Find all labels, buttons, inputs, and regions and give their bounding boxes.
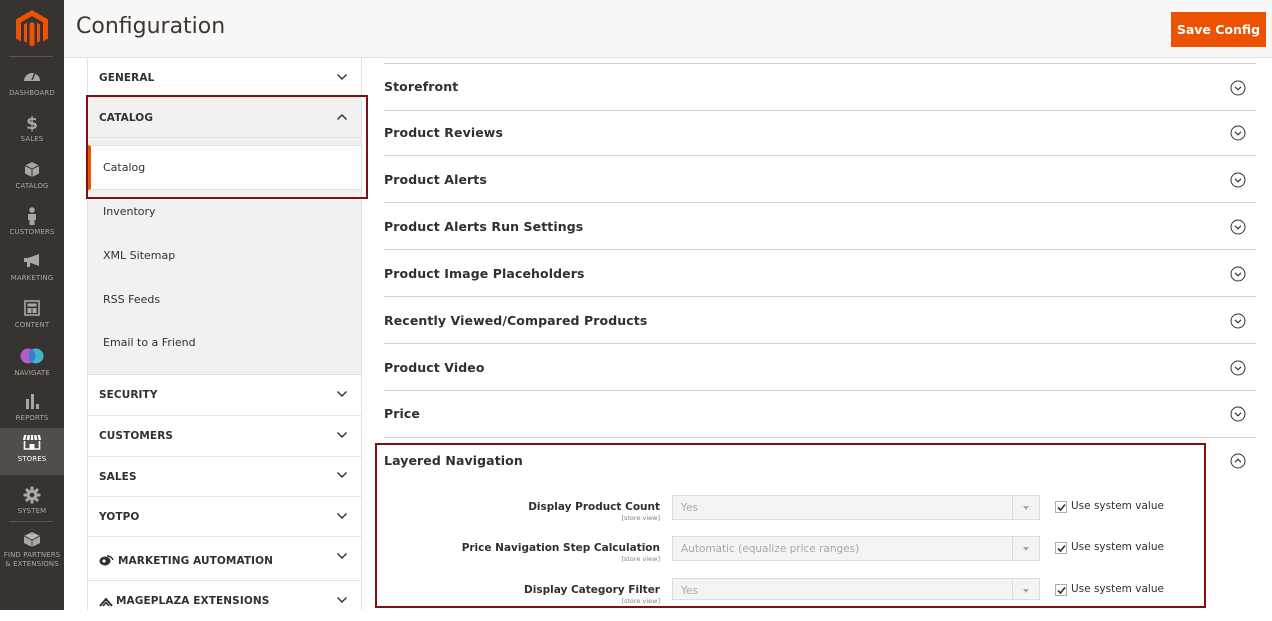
page-title: Configuration [76,14,226,39]
chevron-down-icon [337,597,347,603]
nav-item-content[interactable]: CONTENT [0,294,64,340]
nav-item-stores[interactable]: STORES [0,428,64,475]
admin-navigation: DASHBOARD $ SALES CATALOG CUSTOMERS MARK… [0,0,64,610]
navigate-circles-icon [0,348,64,368]
dollar-icon: $ [0,114,64,134]
expand-circle-icon [1230,406,1246,422]
config-tab-customers[interactable]: CUSTOMERS [88,416,361,457]
subtab-inventory[interactable]: Inventory [88,190,361,234]
dropdown-arrow-icon [1023,547,1029,551]
dropdown-arrow-icon [1023,589,1029,593]
field-display-product-count: Display Product Count [store view] Yes U… [384,495,1184,529]
display-category-filter-select[interactable]: Yes [672,578,1040,600]
dropdown-arrow-icon [1023,506,1029,510]
section-price[interactable]: Price [384,391,1256,438]
field-price-navigation-step-calculation: Price Navigation Step Calculation [store… [384,536,1184,570]
chevron-down-icon [337,74,347,80]
expand-circle-icon [1230,360,1246,376]
scope-label: [store view] [621,514,660,522]
nav-item-reports[interactable]: REPORTS [0,387,64,433]
chevron-down-icon [337,472,347,478]
price-navigation-step-calculation-select[interactable]: Automatic (equalize price ranges) [672,536,1040,561]
box-icon [0,161,64,181]
chevron-down-icon [337,513,347,519]
use-system-value-label[interactable]: Use system value [1071,583,1164,595]
nav-item-system[interactable]: SYSTEM [0,480,64,526]
use-system-value-checkbox[interactable] [1055,542,1067,554]
expand-circle-icon [1230,80,1246,96]
expand-circle-icon [1230,125,1246,141]
section-layered-navigation[interactable]: Layered Navigation [384,438,1256,485]
checkmark-icon [1057,586,1066,595]
nav-item-find-partners[interactable]: FIND PARTNERS & EXTENSIONS [0,524,64,574]
expand-circle-icon [1230,172,1246,188]
catalog-subtabs: Catalog Inventory XML Sitemap RSS Feeds … [88,138,361,375]
section-product-image-placeholders[interactable]: Product Image Placeholders [384,250,1256,297]
magento-logo[interactable] [15,10,49,48]
layout-icon [0,300,64,320]
config-tab-sales[interactable]: SALES [88,457,361,497]
scope-label: [store view] [621,597,660,605]
use-system-value-label[interactable]: Use system value [1071,541,1164,553]
nav-item-catalog[interactable]: CATALOG [0,155,64,201]
collapse-circle-icon [1230,453,1246,469]
config-tab-security[interactable]: SECURITY [88,375,361,416]
expand-circle-icon [1230,313,1246,329]
use-system-value-checkbox[interactable] [1055,584,1067,596]
bar-chart-icon [0,393,64,413]
config-tab-marketing-automation[interactable]: MARKETING AUTOMATION [88,537,361,581]
config-tab-mageplaza-extensions[interactable]: MAGEPLAZA EXTENSIONS [88,581,361,621]
field-label: Price Navigation Step Calculation [461,542,660,554]
nav-item-navigate[interactable]: NAVIGATE [0,342,64,388]
dashboard-icon [0,68,64,88]
checkmark-icon [1057,544,1066,553]
config-tabs-sidebar: GENERAL CATALOG Catalog Inventory XML Si… [87,58,362,621]
chevron-down-icon [337,391,347,397]
nav-item-marketing[interactable]: MARKETING [0,247,64,293]
nav-divider [9,521,53,522]
config-tab-general[interactable]: GENERAL [88,58,361,98]
use-system-value-checkbox[interactable] [1055,501,1067,513]
chevron-up-icon [337,114,347,120]
subtab-xml-sitemap[interactable]: XML Sitemap [88,234,361,278]
subtab-catalog[interactable]: Catalog [88,145,361,190]
field-display-category-filter: Display Category Filter [store view] Yes… [384,578,1184,612]
section-product-alerts-run-settings[interactable]: Product Alerts Run Settings [384,203,1256,250]
scope-label: [store view] [621,555,660,563]
field-label: Display Category Filter [524,584,660,596]
svg-text:$: $ [26,114,38,132]
section-product-alerts[interactable]: Product Alerts [384,156,1256,203]
storefront-icon [0,434,64,454]
person-icon [0,207,64,227]
nav-item-customers[interactable]: CUSTOMERS [0,201,64,247]
section-recently-viewed-compared[interactable]: Recently Viewed/Compared Products [384,297,1256,344]
expand-circle-icon [1230,219,1246,235]
section-product-reviews[interactable]: Product Reviews [384,109,1256,156]
gear-icon [0,486,64,506]
use-system-value-label[interactable]: Use system value [1071,500,1164,512]
lego-brick-icon [0,530,64,550]
nav-item-sales[interactable]: $ SALES [0,108,64,154]
config-tab-yotpo[interactable]: YOTPO [88,497,361,537]
page-header: Configuration Save Config [64,0,1272,58]
megaphone-icon [0,253,64,273]
nav-divider [9,56,53,57]
field-label: Display Product Count [528,501,660,513]
expand-circle-icon [1230,266,1246,282]
section-product-video[interactable]: Product Video [384,344,1256,391]
chevron-down-icon [337,432,347,438]
chevron-down-icon [337,553,347,559]
config-tab-catalog[interactable]: CATALOG [88,98,361,138]
marketing-automation-icon [99,555,114,566]
section-storefront[interactable]: Storefront [384,64,1256,111]
save-config-button[interactable]: Save Config [1171,12,1266,47]
display-product-count-select[interactable]: Yes [672,495,1040,520]
subtab-email-to-a-friend[interactable]: Email to a Friend [88,321,361,365]
nav-item-dashboard[interactable]: DASHBOARD [0,62,64,108]
subtab-rss-feeds[interactable]: RSS Feeds [88,278,361,322]
mageplaza-icon [99,597,113,607]
checkmark-icon [1057,503,1066,512]
